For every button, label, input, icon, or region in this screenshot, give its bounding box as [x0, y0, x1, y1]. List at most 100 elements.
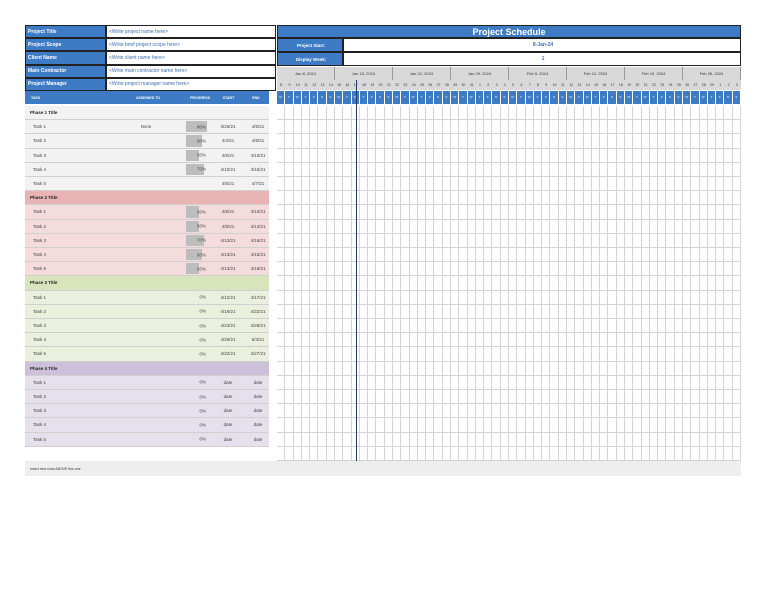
gantt-cell[interactable]	[683, 347, 692, 362]
gantt-cell[interactable]	[509, 304, 518, 319]
gantt-cell[interactable]	[401, 404, 410, 419]
gantt-cell[interactable]	[343, 191, 352, 206]
gantt-cell[interactable]	[393, 333, 402, 348]
gantt-cell[interactable]	[459, 418, 468, 433]
gantt-cell[interactable]	[384, 446, 393, 461]
gantt-cell[interactable]	[641, 191, 650, 206]
gantt-cell[interactable]	[451, 290, 460, 305]
gantt-cell[interactable]	[393, 262, 402, 277]
gantt-cell[interactable]	[509, 148, 518, 163]
gantt-cell[interactable]	[525, 347, 534, 362]
gantt-cell[interactable]	[343, 319, 352, 334]
gantt-cell[interactable]	[277, 120, 286, 135]
gantt-cell[interactable]	[417, 290, 427, 305]
gantt-cell[interactable]	[417, 361, 427, 376]
gantt-cell[interactable]	[600, 219, 609, 234]
gantt-cell[interactable]	[318, 319, 327, 334]
gantt-cell[interactable]	[376, 120, 385, 135]
gantt-cell[interactable]	[649, 219, 659, 234]
gantt-cell[interactable]	[467, 304, 476, 319]
gantt-cell[interactable]	[359, 404, 369, 419]
gantt-cell[interactable]	[600, 191, 609, 206]
gantt-cell[interactable]	[567, 205, 576, 220]
gantt-cell[interactable]	[467, 205, 476, 220]
gantt-cell[interactable]	[558, 361, 567, 376]
gantt-cell[interactable]	[318, 134, 327, 149]
gantt-cell[interactable]	[517, 106, 526, 121]
gantt-cell[interactable]	[277, 319, 286, 334]
gantt-cell[interactable]	[310, 219, 319, 234]
gantt-cell[interactable]	[293, 347, 302, 362]
task-row[interactable]: Task 3 0% date date	[25, 404, 269, 419]
gantt-cell[interactable]	[301, 404, 311, 419]
gantt-cell[interactable]	[426, 375, 435, 390]
gantt-cell[interactable]	[310, 276, 319, 291]
gantt-cell[interactable]	[492, 390, 501, 405]
gantt-cell[interactable]	[683, 233, 692, 248]
gantt-cell[interactable]	[716, 191, 725, 206]
gantt-cell[interactable]	[550, 148, 559, 163]
gantt-cell[interactable]	[409, 375, 418, 390]
gantt-cell[interactable]	[434, 418, 443, 433]
gantt-cell[interactable]	[517, 205, 526, 220]
gantt-cell[interactable]	[376, 418, 385, 433]
gantt-cell[interactable]	[625, 148, 634, 163]
gantt-cell[interactable]	[343, 333, 352, 348]
gantt-cell[interactable]	[484, 205, 493, 220]
gantt-cell[interactable]	[666, 134, 675, 149]
task-row[interactable]: Task 5 0% date date	[25, 432, 269, 447]
gantt-cell[interactable]	[600, 361, 609, 376]
gantt-cell[interactable]	[301, 177, 311, 192]
gantt-cell[interactable]	[558, 319, 567, 334]
gantt-cell[interactable]	[724, 134, 733, 149]
gantt-cell[interactable]	[376, 276, 385, 291]
gantt-cell[interactable]	[567, 418, 576, 433]
gantt-cell[interactable]	[277, 333, 286, 348]
gantt-cell[interactable]	[608, 333, 617, 348]
gantt-cell[interactable]	[401, 446, 410, 461]
gantt-cell[interactable]	[301, 375, 311, 390]
gantt-cell[interactable]	[442, 162, 451, 177]
gantt-cell[interactable]	[293, 191, 302, 206]
gantt-cell[interactable]	[600, 262, 609, 277]
gantt-cell[interactable]	[707, 404, 717, 419]
gantt-cell[interactable]	[666, 120, 675, 135]
gantt-cell[interactable]	[732, 418, 741, 433]
gantt-cell[interactable]	[277, 432, 286, 447]
gantt-cell[interactable]	[285, 418, 294, 433]
gantt-cell[interactable]	[409, 233, 418, 248]
gantt-cell[interactable]	[575, 162, 584, 177]
gantt-cell[interactable]	[691, 375, 700, 390]
gantt-cell[interactable]	[567, 276, 576, 291]
gantt-cell[interactable]	[417, 304, 427, 319]
gantt-cell[interactable]	[409, 120, 418, 135]
gantt-cell[interactable]	[293, 248, 302, 263]
gantt-cell[interactable]	[608, 390, 617, 405]
gantt-cell[interactable]	[583, 319, 592, 334]
gantt-cell[interactable]	[509, 205, 518, 220]
gantt-cell[interactable]	[542, 276, 551, 291]
gantt-cell[interactable]	[310, 233, 319, 248]
gantt-cell[interactable]	[641, 347, 650, 362]
gantt-cell[interactable]	[567, 233, 576, 248]
gantt-cell[interactable]	[500, 390, 509, 405]
gantt-cell[interactable]	[716, 205, 725, 220]
gantt-cell[interactable]	[326, 276, 335, 291]
gantt-cell[interactable]	[649, 432, 659, 447]
gantt-cell[interactable]	[417, 233, 427, 248]
gantt-cell[interactable]	[475, 347, 485, 362]
gantt-cell[interactable]	[583, 120, 592, 135]
gantt-cell[interactable]	[359, 262, 369, 277]
gantt-cell[interactable]	[384, 248, 393, 263]
gantt-cell[interactable]	[542, 219, 551, 234]
gantt-cell[interactable]	[509, 106, 518, 121]
gantt-cell[interactable]	[591, 106, 601, 121]
gantt-cell[interactable]	[600, 205, 609, 220]
gantt-cell[interactable]	[434, 205, 443, 220]
gantt-cell[interactable]	[674, 120, 683, 135]
gantt-cell[interactable]	[625, 248, 634, 263]
gantt-cell[interactable]	[417, 390, 427, 405]
gantt-cell[interactable]	[533, 319, 543, 334]
gantt-cell[interactable]	[550, 120, 559, 135]
gantt-cell[interactable]	[285, 319, 294, 334]
